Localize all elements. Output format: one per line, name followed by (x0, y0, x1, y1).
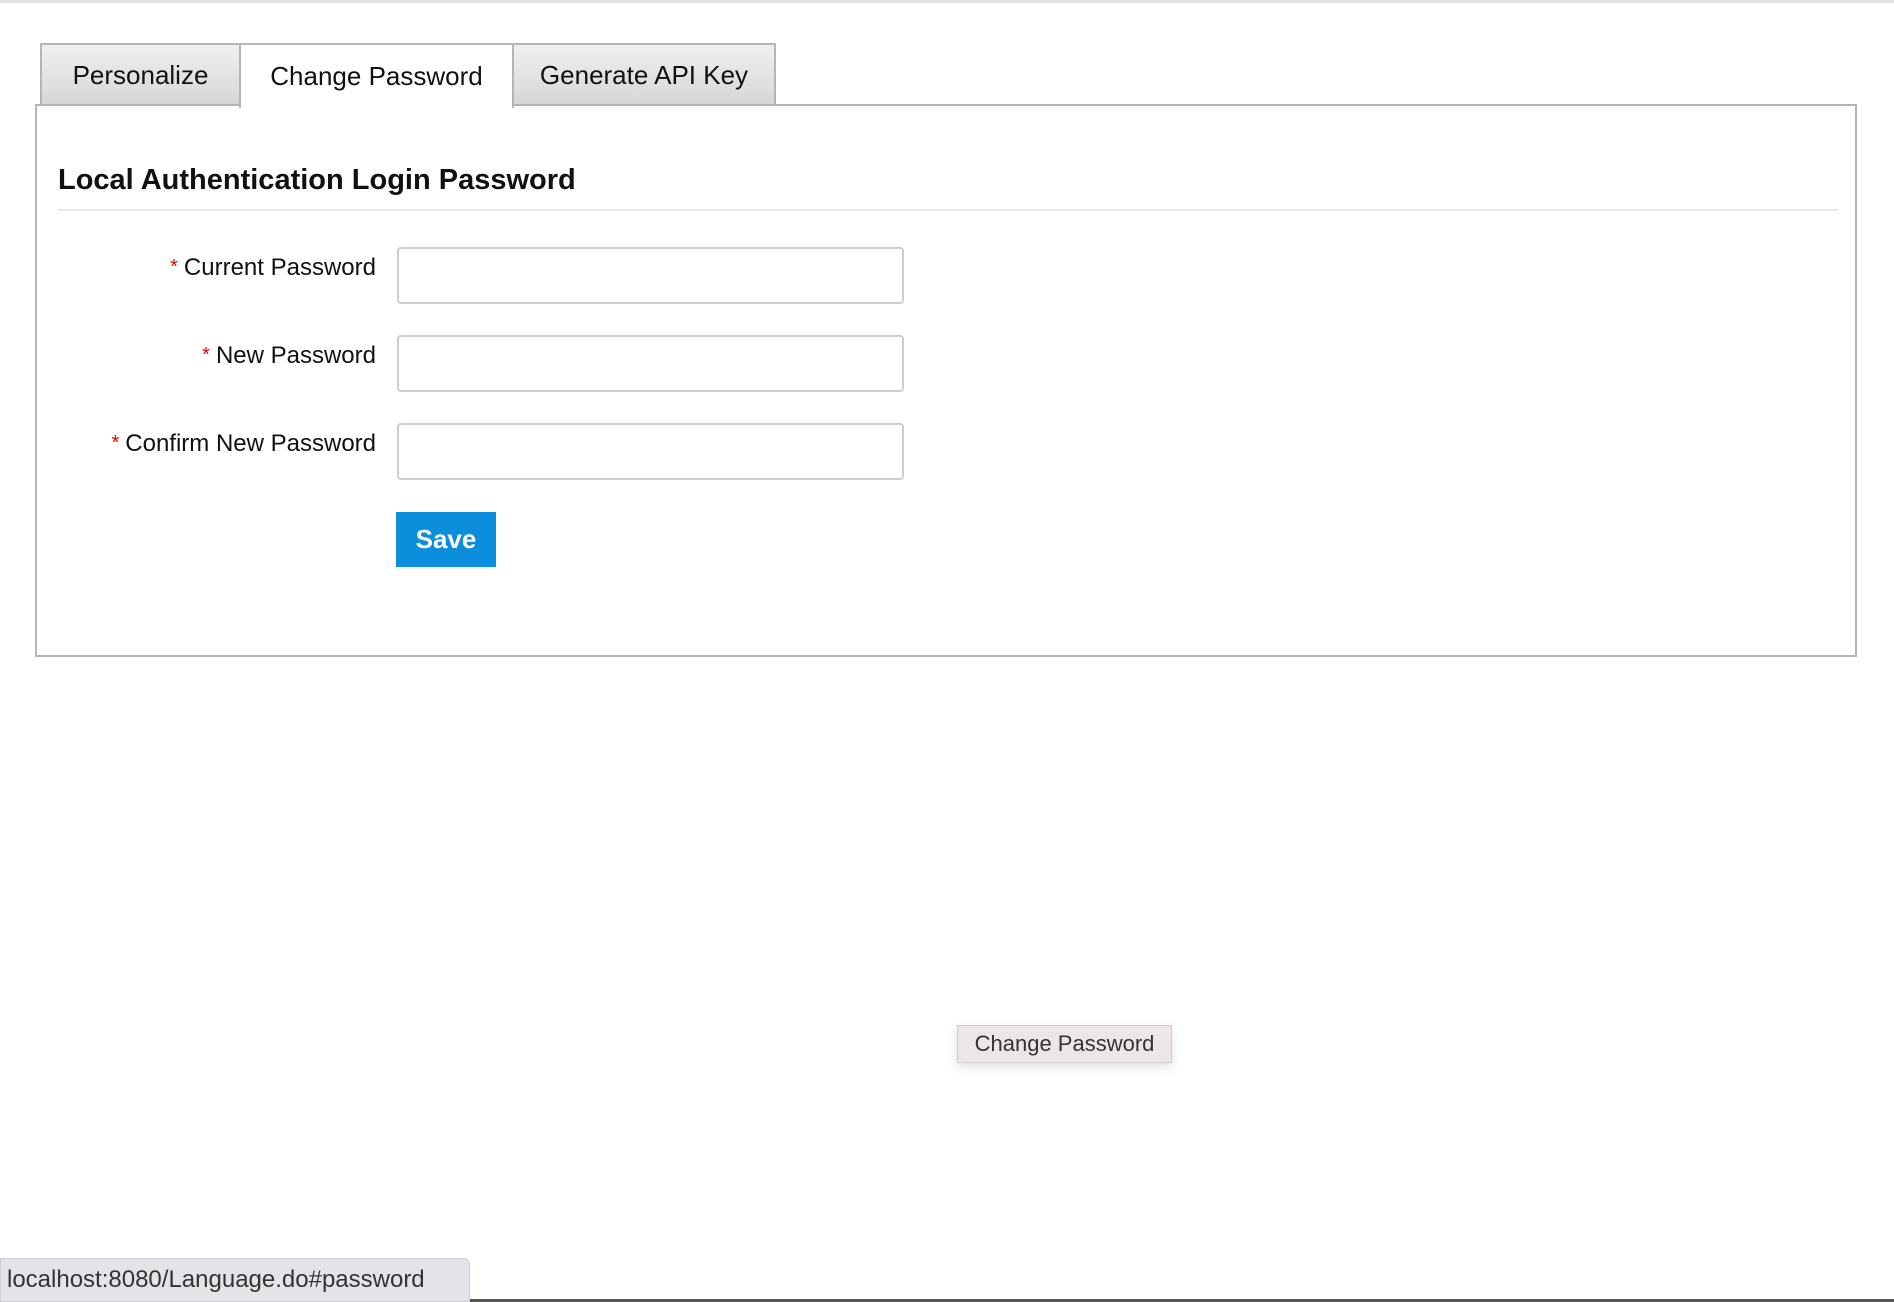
current-password-label: * Current Password (170, 254, 376, 281)
tooltip: Change Password (957, 1025, 1172, 1063)
required-marker: * (111, 432, 120, 454)
new-password-input[interactable] (397, 335, 904, 392)
tab-label: Generate API Key (539, 59, 749, 90)
save-button[interactable]: Save (396, 512, 496, 567)
tab-change-password[interactable]: Change Password (239, 43, 514, 108)
window-top-border (0, 0, 1894, 3)
divider (58, 209, 1838, 211)
required-marker: * (202, 344, 210, 366)
tab-personalize[interactable]: Personalize (40, 43, 241, 105)
new-password-label: * New Password (202, 342, 376, 369)
tab-label: Personalize (72, 59, 209, 90)
current-password-input[interactable] (397, 247, 904, 304)
confirm-new-password-input[interactable] (397, 423, 904, 480)
tab-label: Change Password (270, 61, 483, 91)
required-marker: * (170, 256, 178, 278)
tab-generate-api-key[interactable]: Generate API Key (512, 43, 776, 105)
change-password-panel: Local Authentication Login Password * Cur… (35, 104, 1857, 657)
section-title: Local Authentication Login Password (58, 164, 576, 196)
confirm-new-password-label: * Confirm New Password (111, 430, 376, 457)
status-bar-url: localhost:8080/Language.do#password (0, 1258, 470, 1302)
